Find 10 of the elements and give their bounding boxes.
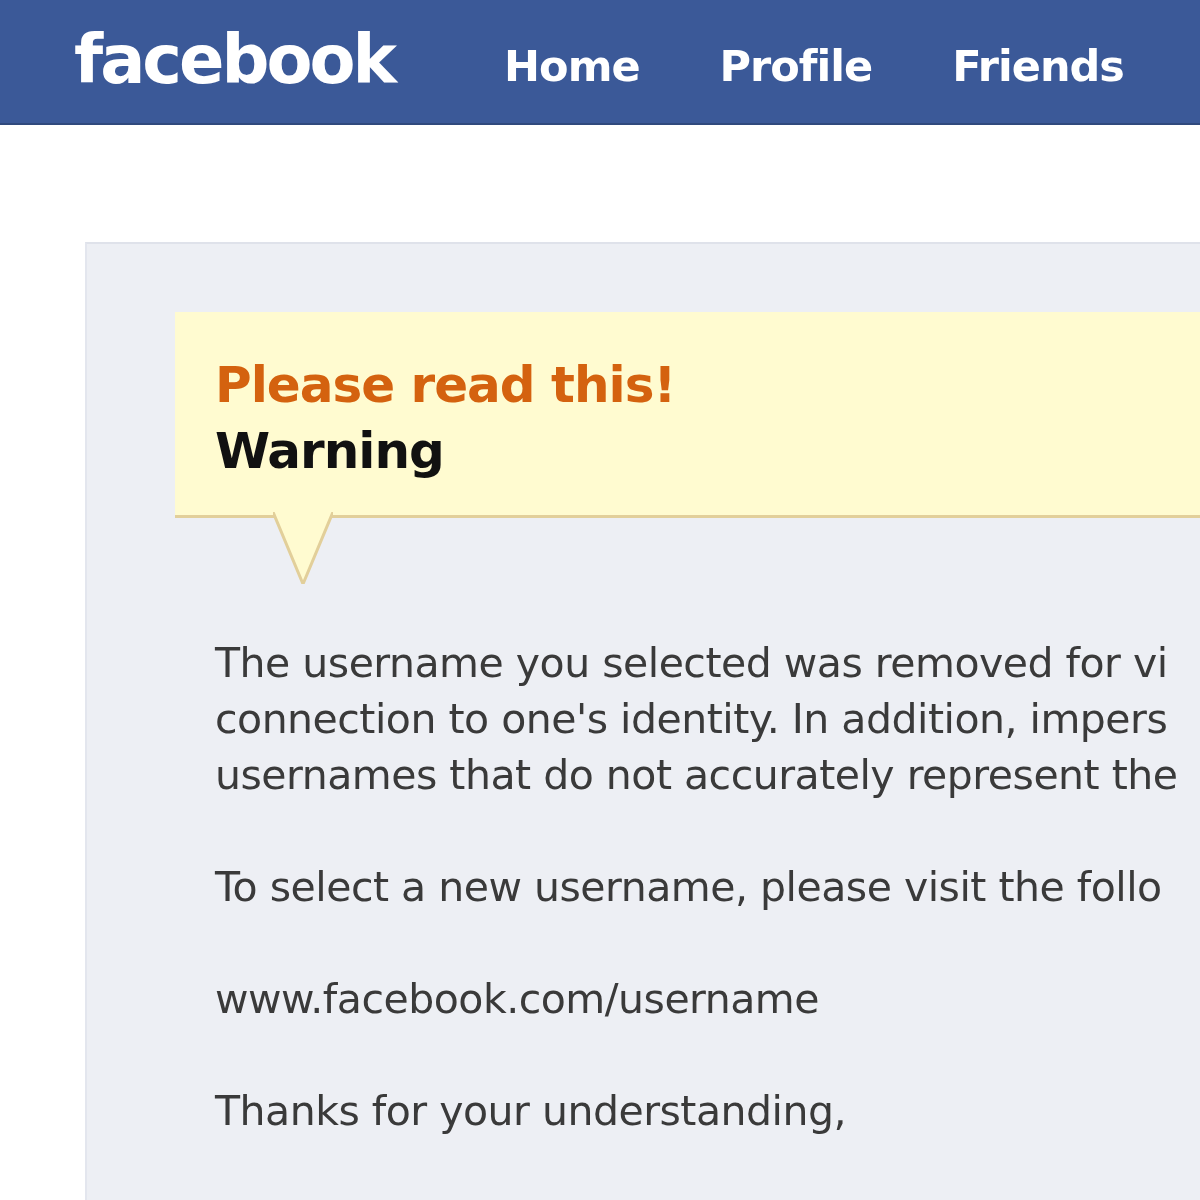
message-paragraph: The username you selected was removed for vi connection to one's identity. In addition, impers usernames that do not accurately represent the	[215, 638, 1178, 801]
nav-link[interactable]: Profile	[719, 40, 873, 93]
message-paragraph: Thanks for your understanding,	[215, 1086, 846, 1137]
nav-link[interactable]: Home	[504, 40, 640, 93]
notice-subtitle: Warning	[215, 421, 444, 482]
message-paragraph: www.facebook.com/username	[215, 974, 820, 1025]
nav-link[interactable]: Friends	[952, 40, 1124, 93]
site-logo[interactable]: facebook	[74, 27, 395, 94]
message-paragraph: To select a new username, please visit the follo	[215, 862, 1162, 913]
notice-title: Please read this!	[215, 355, 676, 416]
